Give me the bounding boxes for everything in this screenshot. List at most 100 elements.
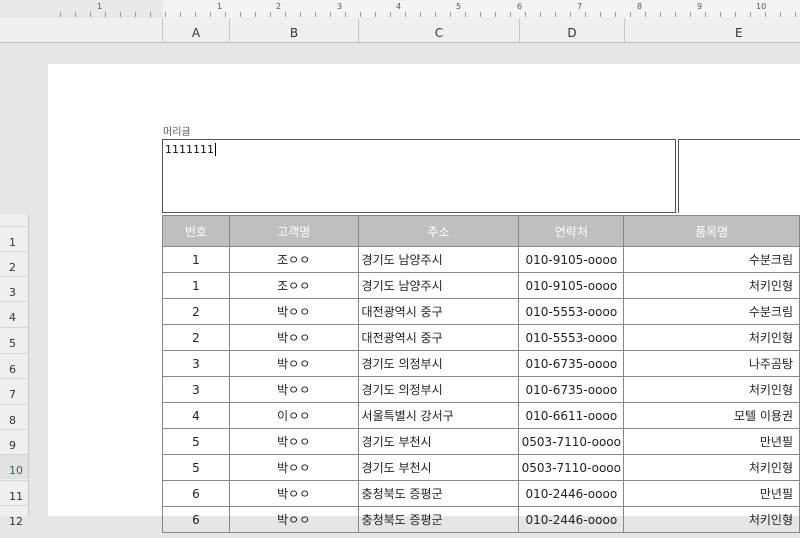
cell-product[interactable]: 만년필 — [623, 480, 800, 507]
cell-contact[interactable]: 010-6735-oooo — [518, 376, 625, 403]
cell-address[interactable]: 충청북도 증평군 — [357, 480, 520, 507]
cell-address[interactable]: 경기도 의정부시 — [357, 376, 520, 403]
row-header-7[interactable]: 7 — [0, 378, 28, 403]
cell-address[interactable]: 충청북도 증평군 — [357, 506, 520, 533]
table-row: 4 이ㅇㅇ 서울특별시 강서구 010-6611-oooo 모텔 이용권 — [162, 402, 800, 429]
row-header-9[interactable]: 9 — [0, 429, 28, 454]
cell-contact[interactable]: 010-9105-oooo — [518, 246, 625, 273]
row-header-3[interactable]: 3 — [0, 276, 28, 301]
cell-customer[interactable]: 박ㅇㅇ — [228, 480, 359, 507]
row-header-4[interactable]: 4 — [0, 301, 28, 326]
cell-address[interactable]: 서울특별시 강서구 — [357, 402, 520, 429]
row-header-12[interactable]: 12 — [0, 505, 28, 530]
page-header-left-section[interactable]: 1111111 — [162, 139, 676, 213]
row-header-10[interactable]: 10 — [0, 454, 28, 479]
cell-number[interactable]: 6 — [162, 480, 230, 507]
ruler-tick — [285, 12, 286, 17]
header-number[interactable]: 번호 — [162, 215, 230, 247]
cell-contact[interactable]: 010-5553-oooo — [518, 298, 625, 325]
ruler-tick — [375, 12, 376, 17]
cell-product[interactable]: 모텔 이용권 — [623, 402, 800, 429]
column-header-bar: A B C D E — [0, 18, 800, 43]
cell-number[interactable]: 5 — [162, 454, 230, 481]
cell-customer[interactable]: 조ㅇㅇ — [228, 272, 359, 299]
cell-number[interactable]: 2 — [162, 324, 230, 351]
cell-customer[interactable]: 박ㅇㅇ — [228, 298, 359, 325]
page-header-center-section[interactable] — [678, 139, 800, 213]
cell-customer[interactable]: 박ㅇㅇ — [228, 350, 359, 377]
cell-contact[interactable]: 010-2446-oooo — [518, 480, 625, 507]
cell-number[interactable]: 1 — [162, 272, 230, 299]
cell-number[interactable]: 4 — [162, 402, 230, 429]
page-header-text[interactable]: 1111111 — [165, 143, 216, 156]
horizontal-ruler: 1 1 2 3 4 5 6 7 8 9 10 — [0, 0, 800, 19]
ruler-number: 3 — [337, 2, 343, 11]
ruler-tick — [495, 12, 496, 17]
ruler-tick — [630, 12, 631, 17]
column-header-d[interactable]: D — [519, 18, 624, 42]
cell-address[interactable]: 경기도 남양주시 — [357, 246, 520, 273]
cell-customer[interactable]: 박ㅇㅇ — [228, 324, 359, 351]
row-header-5[interactable]: 5 — [0, 327, 28, 352]
cell-number[interactable]: 5 — [162, 428, 230, 455]
ruler-tick — [75, 12, 76, 17]
cell-number[interactable]: 1 — [162, 246, 230, 273]
cell-product[interactable]: 나주곰탕 — [623, 350, 800, 377]
row-header-8[interactable]: 8 — [0, 404, 28, 429]
header-customer[interactable]: 고객명 — [228, 215, 359, 247]
ruler-tick — [510, 12, 511, 17]
cell-number[interactable]: 2 — [162, 298, 230, 325]
cell-contact[interactable]: 010-6611-oooo — [518, 402, 625, 429]
cell-product[interactable]: 처키인형 — [623, 272, 800, 299]
cell-number[interactable]: 6 — [162, 506, 230, 533]
table-row: 5 박ㅇㅇ 경기도 부천시 0503-7110-oooo 처키인형 — [162, 454, 800, 481]
column-header-b[interactable]: B — [229, 18, 358, 42]
ruler-margin — [0, 0, 163, 18]
ruler-tick — [120, 12, 121, 17]
cell-product[interactable]: 처키인형 — [623, 376, 800, 403]
table-row: 6 박ㅇㅇ 충청북도 증평군 010-2446-oooo 만년필 — [162, 480, 800, 507]
ruler-tick — [555, 12, 556, 17]
cell-contact[interactable]: 010-5553-oooo — [518, 324, 625, 351]
row-header-2[interactable]: 2 — [0, 251, 28, 276]
cell-product[interactable]: 처키인형 — [623, 506, 800, 533]
cell-product[interactable]: 처키인형 — [623, 324, 800, 351]
cell-customer[interactable]: 박ㅇㅇ — [228, 506, 359, 533]
cell-contact[interactable]: 010-2446-oooo — [518, 506, 625, 533]
cell-customer[interactable]: 박ㅇㅇ — [228, 376, 359, 403]
cell-address[interactable]: 경기도 부천시 — [357, 454, 520, 481]
ruler-tick — [165, 12, 166, 17]
cell-customer[interactable]: 이ㅇㅇ — [228, 402, 359, 429]
cell-address[interactable]: 경기도 남양주시 — [357, 272, 520, 299]
table-row: 2 박ㅇㅇ 대전광역시 중구 010-5553-oooo 수분크림 — [162, 298, 800, 325]
column-header-e[interactable]: E — [624, 18, 800, 42]
row-header-11[interactable]: 11 — [0, 480, 28, 505]
cell-customer[interactable]: 박ㅇㅇ — [228, 428, 359, 455]
ruler-tick — [690, 12, 691, 17]
cell-contact[interactable]: 0503-7110-oooo — [518, 428, 625, 455]
cell-contact[interactable]: 010-9105-oooo — [518, 272, 625, 299]
row-header-1[interactable]: 1 — [0, 226, 28, 251]
header-product[interactable]: 품목명 — [623, 215, 800, 247]
cell-address[interactable]: 경기도 부천시 — [357, 428, 520, 455]
header-contact[interactable]: 연락처 — [518, 215, 625, 247]
cell-product[interactable]: 처키인형 — [623, 454, 800, 481]
cell-product[interactable]: 수분크림 — [623, 298, 800, 325]
ruler-number: 10 — [756, 2, 767, 11]
cell-number[interactable]: 3 — [162, 350, 230, 377]
column-header-a[interactable]: A — [162, 18, 229, 42]
cell-contact[interactable]: 0503-7110-oooo — [518, 454, 625, 481]
ruler-tick — [150, 12, 151, 17]
column-header-c[interactable]: C — [358, 18, 519, 42]
cell-product[interactable]: 만년필 — [623, 428, 800, 455]
row-header-6[interactable]: 6 — [0, 353, 28, 378]
cell-address[interactable]: 대전광역시 중구 — [357, 298, 520, 325]
header-address[interactable]: 주소 — [357, 215, 520, 247]
cell-number[interactable]: 3 — [162, 376, 230, 403]
cell-customer[interactable]: 박ㅇㅇ — [228, 454, 359, 481]
cell-contact[interactable]: 010-6735-oooo — [518, 350, 625, 377]
cell-product[interactable]: 수분크림 — [623, 246, 800, 273]
cell-address[interactable]: 경기도 의정부시 — [357, 350, 520, 377]
cell-address[interactable]: 대전광역시 중구 — [357, 324, 520, 351]
cell-customer[interactable]: 조ㅇㅇ — [228, 246, 359, 273]
